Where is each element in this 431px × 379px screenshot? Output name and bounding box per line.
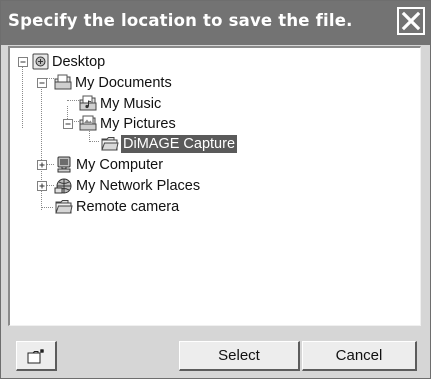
network-icon bbox=[54, 178, 72, 194]
tree-node-my-pictures[interactable]: My Pictures bbox=[10, 114, 210, 134]
collapse-toggle[interactable] bbox=[37, 78, 47, 88]
select-button[interactable]: Select bbox=[179, 341, 300, 371]
tree-node-label: My Network Places bbox=[76, 178, 201, 194]
save-location-dialog: Specify the location to save the file. D… bbox=[0, 0, 431, 379]
folder-tree[interactable]: Desktop My Documents My Music My Picture… bbox=[8, 46, 421, 326]
tree-node-dimage-capture[interactable]: DiMAGE Capture bbox=[10, 134, 270, 154]
collapse-toggle[interactable] bbox=[63, 119, 73, 129]
tree-node-label: My Pictures bbox=[100, 116, 176, 132]
tree-node-label: Desktop bbox=[52, 54, 106, 70]
tree-node-remote-camera[interactable]: Remote camera bbox=[10, 197, 230, 217]
new-folder-button[interactable] bbox=[16, 341, 57, 371]
folder-icon bbox=[55, 200, 73, 214]
folder-icon bbox=[101, 137, 119, 151]
close-icon bbox=[401, 11, 421, 31]
minus-icon bbox=[20, 61, 26, 63]
minus-icon bbox=[39, 82, 45, 84]
dialog-title: Specify the location to save the file. bbox=[8, 11, 353, 30]
close-button[interactable] bbox=[397, 7, 425, 35]
tree-node-desktop[interactable]: Desktop bbox=[10, 52, 210, 72]
pictures-folder-icon bbox=[79, 115, 97, 131]
documents-folder-icon bbox=[54, 74, 72, 90]
tree-node-my-network-places[interactable]: My Network Places bbox=[10, 176, 230, 196]
tree-node-label: My Computer bbox=[76, 157, 164, 173]
music-folder-icon bbox=[79, 95, 97, 111]
new-folder-icon bbox=[27, 349, 44, 364]
cancel-button[interactable]: Cancel bbox=[302, 341, 417, 371]
tree-node-label: Remote camera bbox=[76, 199, 180, 215]
plus-icon bbox=[39, 183, 45, 189]
expand-toggle[interactable] bbox=[37, 181, 47, 191]
tree-node-label: My Music bbox=[100, 96, 162, 112]
collapse-toggle[interactable] bbox=[18, 57, 28, 67]
computer-icon bbox=[57, 156, 71, 173]
tree-node-my-music[interactable]: My Music bbox=[10, 94, 210, 114]
expand-toggle[interactable] bbox=[37, 160, 47, 170]
tree-node-label-selected: DiMAGE Capture bbox=[121, 135, 238, 153]
tree-node-label: My Documents bbox=[75, 75, 172, 91]
title-bar: Specify the location to save the file. bbox=[1, 1, 430, 45]
minus-icon bbox=[65, 123, 71, 125]
tree-node-my-documents[interactable]: My Documents bbox=[10, 73, 210, 93]
tree-node-my-computer[interactable]: My Computer bbox=[10, 155, 210, 175]
plus-icon bbox=[39, 162, 45, 168]
desktop-icon bbox=[32, 53, 49, 70]
